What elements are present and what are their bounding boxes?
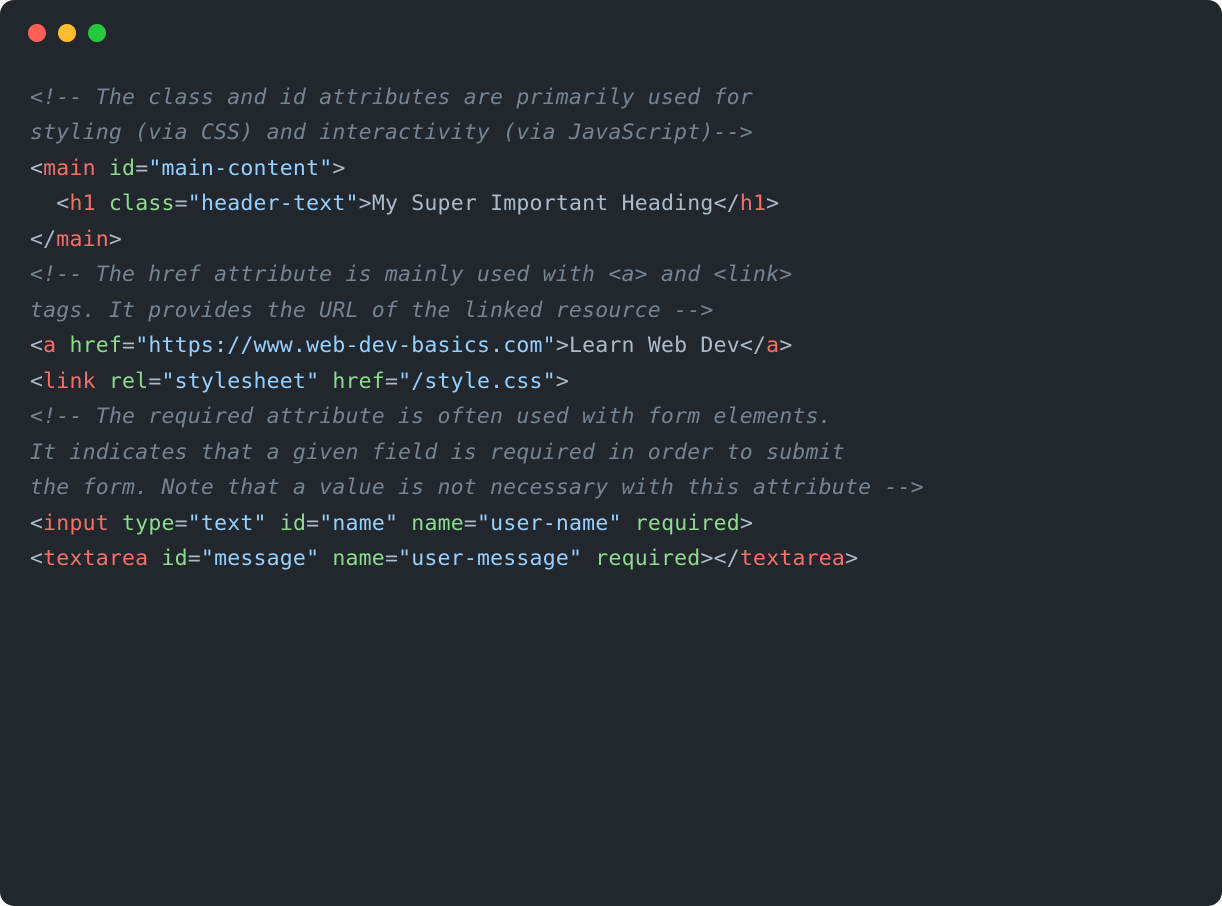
code-line-anchor: <a href="https://www.web-dev-basics.com"… <box>30 328 1192 363</box>
maximize-window-icon[interactable] <box>88 24 106 42</box>
code-comment: <!-- The required attribute is often use… <box>30 404 832 429</box>
code-comment: the form. Note that a value is not neces… <box>30 475 924 500</box>
code-comment: <!-- The href attribute is mainly used w… <box>30 262 792 287</box>
code-line-main-close: </main> <box>30 222 1192 257</box>
code-comment: <!-- The class and id attributes are pri… <box>30 85 753 110</box>
minimize-window-icon[interactable] <box>58 24 76 42</box>
code-editor-area[interactable]: <!-- The class and id attributes are pri… <box>0 52 1222 607</box>
code-comment: It indicates that a given field is requi… <box>30 440 845 465</box>
code-line-link: <link rel="stylesheet" href="/style.css"… <box>30 364 1192 399</box>
window-titlebar <box>0 0 1222 52</box>
code-line-textarea: <textarea id="message" name="user-messag… <box>30 541 1192 576</box>
code-line-main-open: <main id="main-content"> <box>30 151 1192 186</box>
code-line-h1: <h1 class="header-text">My Super Importa… <box>30 186 1192 221</box>
code-window: <!-- The class and id attributes are pri… <box>0 0 1222 906</box>
code-comment: styling (via CSS) and interactivity (via… <box>30 120 753 145</box>
close-window-icon[interactable] <box>28 24 46 42</box>
code-line-input: <input type="text" id="name" name="user-… <box>30 506 1192 541</box>
code-comment: tags. It provides the URL of the linked … <box>30 298 714 323</box>
